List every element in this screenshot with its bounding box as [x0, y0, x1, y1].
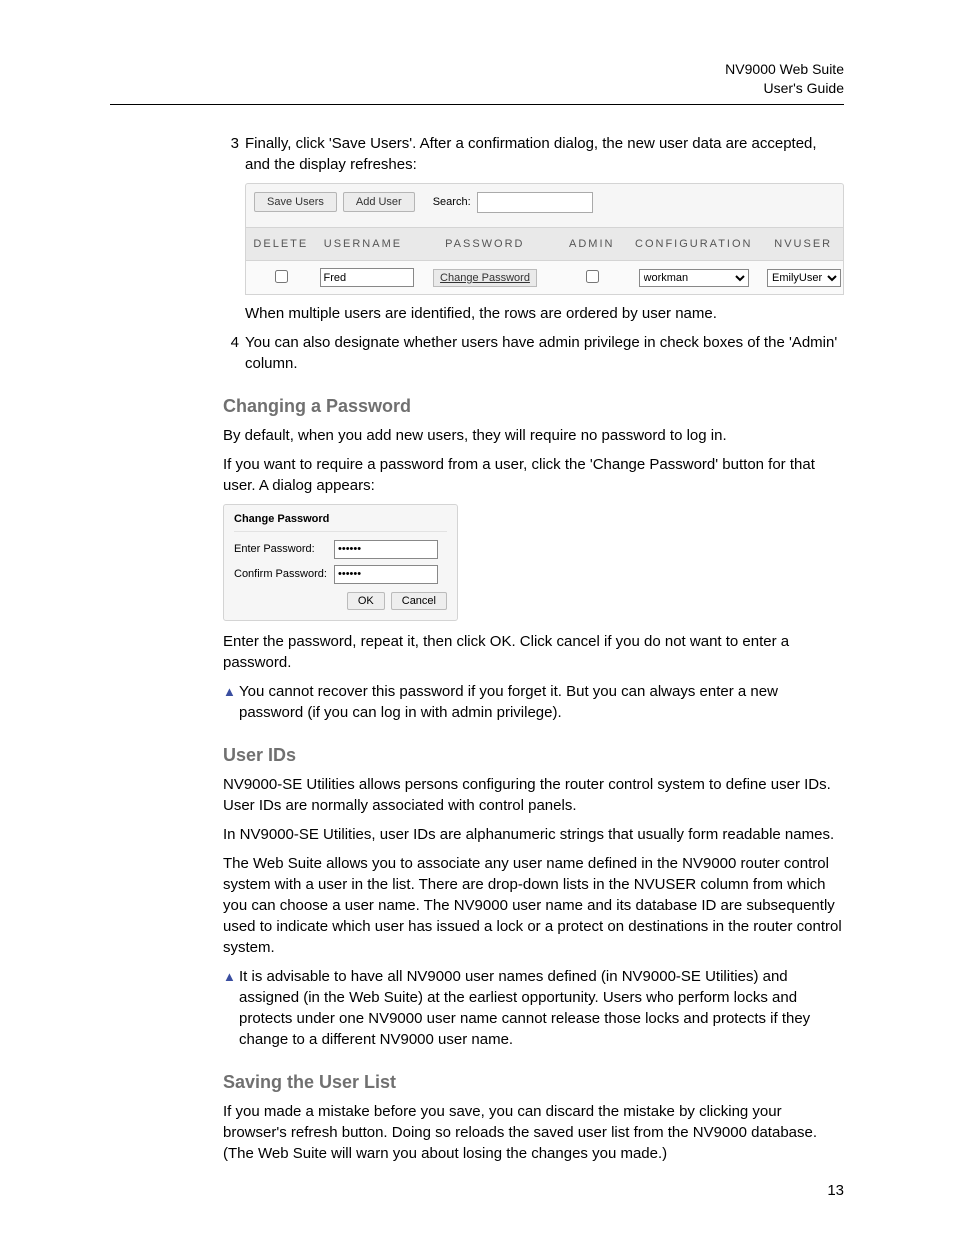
users-panel-screenshot: Save Users Add User Search: DELETE USERN… [245, 183, 844, 295]
saving-para-1: If you made a mistake before you save, y… [223, 1101, 844, 1164]
confirm-password-input[interactable] [334, 565, 438, 584]
change-password-button[interactable]: Change Password [433, 269, 537, 287]
username-input[interactable] [320, 268, 414, 287]
cp-para-3: Enter the password, repeat it, then clic… [223, 631, 844, 673]
warning-icon: ▲ [223, 966, 239, 1050]
page-header: NV9000 Web Suite User's Guide [110, 60, 844, 98]
cancel-button[interactable]: Cancel [391, 592, 447, 610]
heading-user-ids: User IDs [223, 745, 844, 766]
nvuser-select[interactable]: EmilyUser [767, 269, 841, 287]
users-toolbar: Save Users Add User Search: [245, 183, 844, 228]
col-username: USERNAME [316, 228, 411, 260]
step-number-4: 4 [223, 332, 239, 374]
col-delete: DELETE [246, 228, 316, 260]
product-title: NV9000 Web Suite [110, 60, 844, 79]
step-text-4: You can also designate whether users hav… [245, 332, 844, 374]
col-configuration: CONFIGURATION [624, 228, 763, 260]
step-number-3: 3 [223, 133, 239, 175]
header-divider [110, 104, 844, 105]
search-label: Search: [433, 196, 471, 208]
col-admin: ADMIN [559, 228, 624, 260]
uid-para-1: NV9000-SE Utilities allows persons confi… [223, 774, 844, 816]
step3-note-after: When multiple users are identified, the … [245, 303, 844, 324]
users-table-header: DELETE USERNAME PASSWORD ADMIN CONFIGURA… [245, 228, 844, 261]
enter-password-input[interactable] [334, 540, 438, 559]
dialog-title: Change Password [234, 511, 447, 532]
doc-subtitle: User's Guide [110, 79, 844, 98]
confirm-password-label: Confirm Password: [234, 568, 334, 580]
uid-note: It is advisable to have all NV9000 user … [239, 966, 844, 1050]
cp-para-2: If you want to require a password from a… [223, 454, 844, 496]
col-password: PASSWORD [410, 228, 559, 260]
uid-para-2: In NV9000-SE Utilities, user IDs are alp… [223, 824, 844, 845]
heading-saving-user-list: Saving the User List [223, 1072, 844, 1093]
cp-para-1: By default, when you add new users, they… [223, 425, 844, 446]
col-nvuser: NVUSER [763, 228, 843, 260]
configuration-select[interactable]: workman [639, 269, 749, 287]
add-user-button[interactable]: Add User [343, 192, 415, 212]
enter-password-label: Enter Password: [234, 543, 334, 555]
warning-icon: ▲ [223, 681, 239, 723]
uid-para-3: The Web Suite allows you to associate an… [223, 853, 844, 958]
search-input[interactable] [477, 192, 593, 213]
admin-checkbox[interactable] [586, 270, 599, 283]
change-password-dialog: Change Password Enter Password: Confirm … [223, 504, 458, 621]
cp-note: You cannot recover this password if you … [239, 681, 844, 723]
table-row: Change Password workman EmilyUser [245, 261, 844, 295]
save-users-button[interactable]: Save Users [254, 192, 337, 212]
page-number: 13 [827, 1182, 844, 1199]
step-text-3: Finally, click 'Save Users'. After a con… [245, 133, 844, 175]
heading-changing-password: Changing a Password [223, 396, 844, 417]
ok-button[interactable]: OK [347, 592, 385, 610]
delete-checkbox[interactable] [275, 270, 288, 283]
